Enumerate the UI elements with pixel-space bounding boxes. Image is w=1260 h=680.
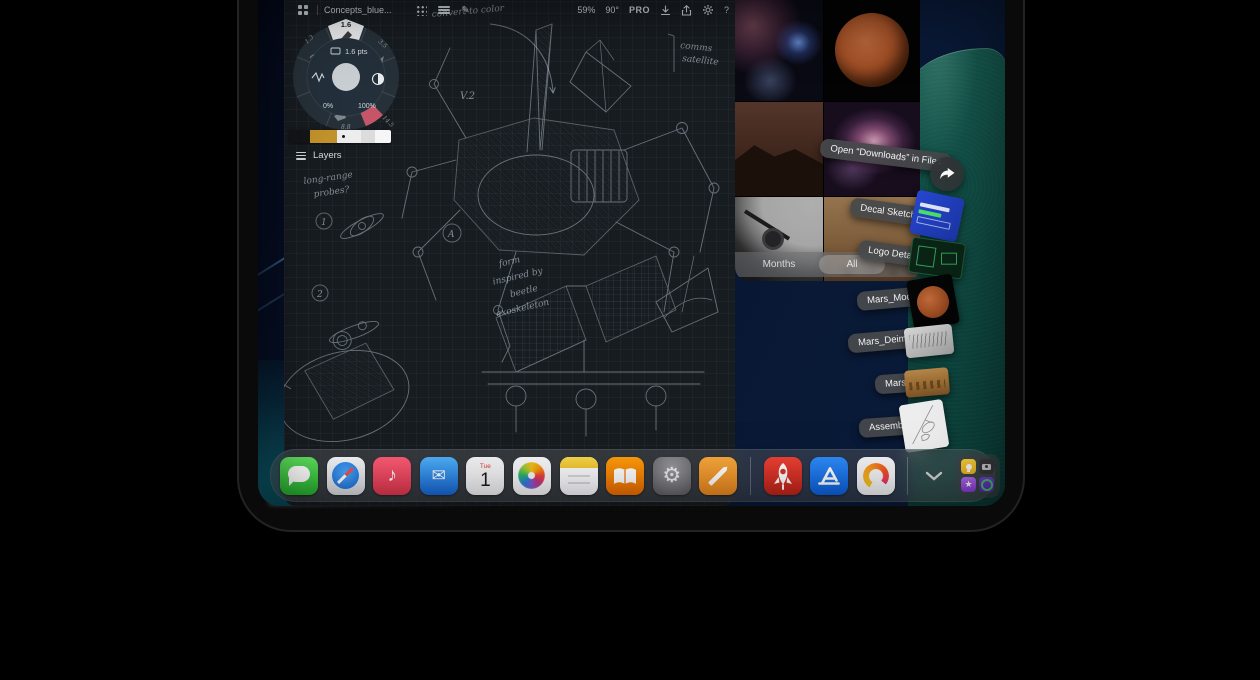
annotation-comms: comms (680, 41, 713, 54)
concepts-toolbar: Concepts_blue... ✎ 59% 90° PRO ? (284, 0, 735, 20)
swatch-light-gray[interactable] (361, 130, 375, 143)
notes-header (560, 457, 598, 468)
document-title[interactable]: Concepts_blue... (324, 5, 392, 15)
swatch-white[interactable] (375, 130, 391, 143)
app-grid-icon[interactable] (295, 3, 311, 17)
concepts-app-window: convert to color comms satellite V.2 lon… (284, 0, 735, 506)
dock-app-concepts[interactable] (857, 457, 895, 495)
layers-control[interactable]: Layers (296, 150, 342, 161)
dock-app-photos[interactable] (513, 457, 551, 495)
share-icon[interactable] (681, 5, 692, 16)
annotation-marker-a: A (447, 230, 455, 240)
pen-icon (708, 465, 729, 486)
swatch-white-selected[interactable] (337, 130, 361, 143)
dock-app-safari[interactable] (327, 457, 365, 495)
layer-stack-icon[interactable] (436, 3, 452, 17)
chevron-down-icon (925, 471, 943, 481)
mini-star-icon: ★ (961, 477, 976, 492)
swatch-black[interactable] (289, 130, 310, 143)
dock-divider (907, 457, 908, 495)
annotation-satellite: satellite (682, 54, 719, 68)
dock-app-calendar[interactable]: Tue 1 (466, 457, 504, 495)
active-tool-size: 1.6 (341, 20, 351, 29)
drag-thumbnail-mars-model[interactable] (906, 273, 960, 330)
annotation-long-range: long-range (303, 170, 353, 187)
notes-line (568, 482, 590, 484)
dock-app-books[interactable] (606, 457, 644, 495)
annotation-beetle: beetle (509, 284, 539, 300)
segment-months[interactable]: Months (735, 259, 823, 270)
dock-app-library[interactable]: ★ (956, 454, 1000, 498)
layers-menu-icon[interactable] (296, 150, 306, 161)
segment-all-label: All (846, 259, 857, 270)
dock-app-messages[interactable] (280, 457, 318, 495)
dock-chevron-down[interactable] (921, 457, 947, 495)
photos-flower-icon (518, 462, 545, 489)
dock: ♪ ✉ Tue 1 ⚙ (270, 449, 995, 502)
ring-size-14-5: 14.5 (381, 114, 396, 129)
download-icon[interactable] (660, 5, 671, 16)
calendar-day: 1 (480, 471, 491, 491)
color-knob[interactable] (332, 63, 360, 91)
annotation-marker-1: 1 (321, 218, 327, 228)
mini-camera-icon (979, 459, 994, 474)
annotation-form: form (497, 255, 521, 270)
compass-icon (332, 462, 359, 489)
gear-icon: ⚙ (662, 463, 681, 488)
dock-divider (750, 457, 751, 495)
dock-app-mail[interactable]: ✉ (420, 457, 458, 495)
zoom-level[interactable]: 59% (577, 5, 595, 15)
annotation-v2: V.2 (460, 91, 475, 102)
forward-arrow-icon (938, 166, 956, 182)
mini-tips-icon (961, 459, 976, 474)
annotation-marker-2: 2 (316, 290, 323, 300)
share-forward-button[interactable] (930, 157, 964, 191)
rocket-icon (764, 457, 802, 495)
chat-bubble-icon (288, 466, 310, 482)
dock-app-linea-sketch[interactable] (699, 457, 737, 495)
open-book-icon (606, 457, 644, 495)
drag-thumbnail-mars[interactable] (904, 367, 950, 398)
drag-thumbnail-assembly[interactable] (899, 399, 950, 453)
ipad-screen: convert to color comms satellite V.2 lon… (258, 0, 1005, 506)
toolbar-divider (317, 5, 318, 15)
opacity-max-label: 100% (358, 103, 376, 110)
notes-line (568, 475, 590, 477)
stroke-size-value: 1.6 pts (345, 47, 368, 56)
dock-app-settings[interactable]: ⚙ (653, 457, 691, 495)
annotation-probes: probes? (313, 185, 350, 200)
rotation-value[interactable]: 90° (605, 5, 619, 15)
photo-mars-planet[interactable] (824, 0, 920, 101)
pro-badge[interactable]: PRO (629, 5, 650, 15)
concepts-c-icon (863, 463, 889, 489)
photo-nebula[interactable] (735, 0, 823, 101)
music-note-icon: ♪ (387, 465, 397, 487)
settings-gear-icon[interactable] (702, 4, 714, 16)
dock-app-appstore[interactable] (810, 457, 848, 495)
layers-label: Layers (313, 150, 342, 161)
appstore-a-icon (810, 457, 848, 495)
dock-app-rocket[interactable] (764, 457, 802, 495)
envelope-icon: ✉ (432, 466, 446, 486)
photo-mars-surface[interactable] (735, 102, 823, 196)
dock-app-notes[interactable] (560, 457, 598, 495)
color-swatch-bar[interactable] (289, 130, 391, 143)
help-button[interactable]: ? (724, 5, 729, 15)
drag-thumbnail-logo-detail[interactable] (908, 236, 966, 279)
mini-podcasts-icon (979, 477, 994, 492)
dock-app-music[interactable]: ♪ (373, 457, 411, 495)
drag-thumbnail-mars-deimos[interactable] (904, 324, 955, 359)
swatch-gold[interactable] (310, 130, 337, 143)
tool-wheel[interactable]: 1.6 1.3 3.5 14.5 8.8 1.6 pts 0% 100% (290, 18, 402, 132)
pen-nib-icon[interactable]: ✎ (458, 3, 474, 17)
dots-grid-icon[interactable] (414, 3, 430, 17)
opacity-min-label: 0% (323, 103, 333, 110)
